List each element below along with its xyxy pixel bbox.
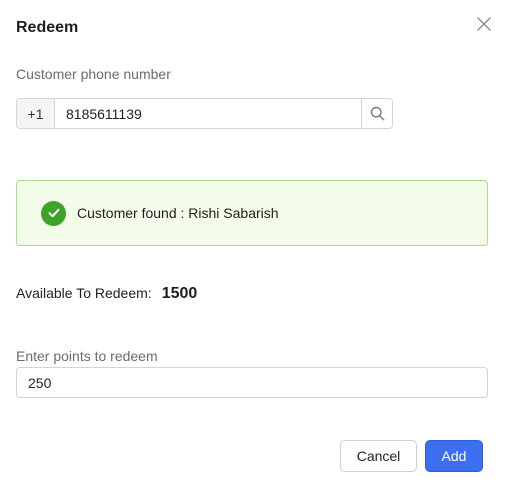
alert-message: Customer found : Rishi Sabarish <box>77 205 279 221</box>
phone-input-group: +1 <box>16 98 393 129</box>
available-value: 1500 <box>161 285 198 302</box>
points-input[interactable] <box>16 367 488 398</box>
available-label: Available To Redeem: <box>16 285 152 301</box>
dialog-title: Redeem <box>16 19 79 36</box>
country-code[interactable]: +1 <box>17 99 55 128</box>
phone-input[interactable] <box>55 99 361 128</box>
phone-label: Customer phone number <box>16 66 171 82</box>
close-button[interactable] <box>474 14 494 34</box>
close-icon <box>477 17 491 31</box>
search-icon <box>370 106 384 121</box>
available-to-redeem: Available To Redeem: 1500 <box>16 285 197 303</box>
points-label: Enter points to redeem <box>16 348 158 364</box>
check-circle-icon <box>41 200 66 226</box>
cancel-button[interactable]: Cancel <box>340 440 417 472</box>
search-button[interactable] <box>361 99 392 128</box>
customer-found-alert: Customer found : Rishi Sabarish <box>16 180 488 246</box>
add-button[interactable]: Add <box>425 440 483 472</box>
redeem-dialog: Redeem Customer phone number +1 Customer… <box>0 0 509 483</box>
